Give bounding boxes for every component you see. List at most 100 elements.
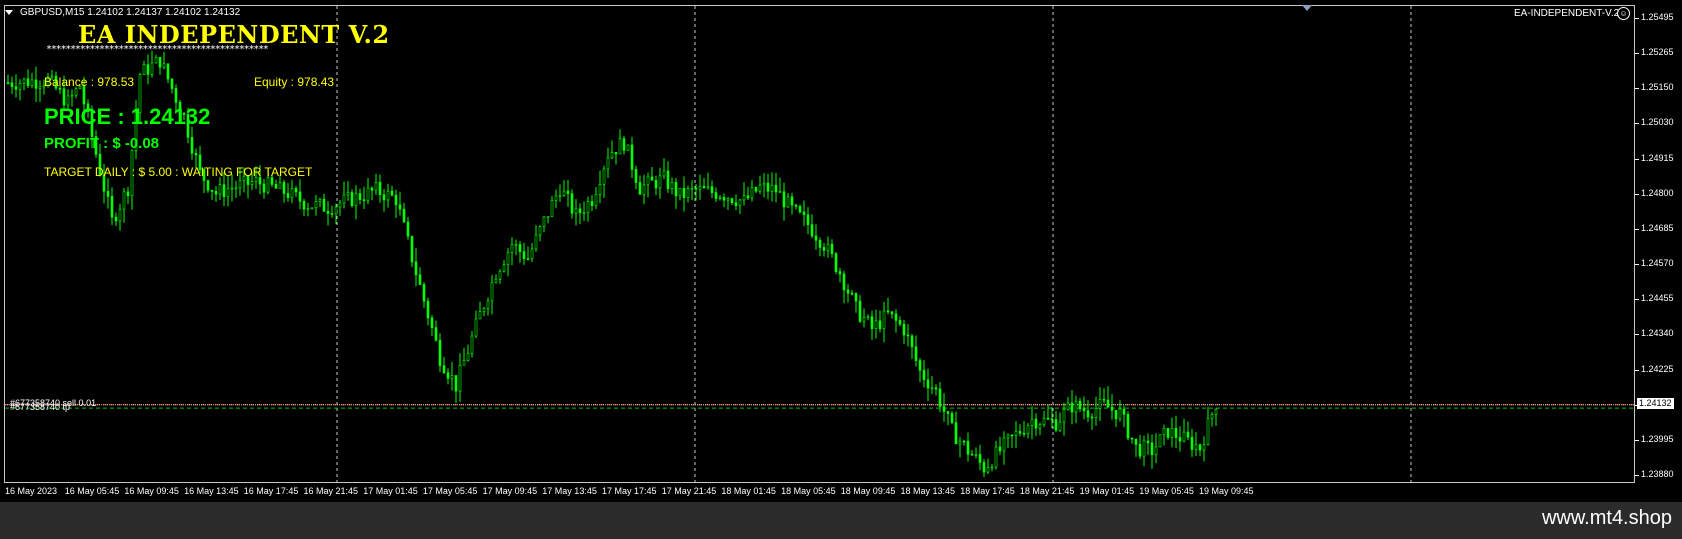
candle	[634, 165, 638, 190]
candle	[302, 198, 306, 216]
time-tick-label: 17 May 13:45	[542, 486, 597, 496]
chart-shift-marker-icon[interactable]	[1302, 5, 1312, 11]
time-axis[interactable]: 16 May 2023 16 May 05:45 16 May 09:45 16 Ma…	[4, 483, 1635, 500]
candle	[298, 179, 302, 210]
candle	[290, 179, 294, 204]
candle	[886, 297, 890, 315]
candle	[954, 411, 958, 445]
price-axis[interactable]: 1.25495 1.25265 1.25150 1.25030 1.24915 1.248…	[1635, 5, 1682, 483]
candle	[118, 203, 122, 231]
candle	[1078, 397, 1082, 412]
candle	[550, 196, 554, 217]
candle	[158, 56, 162, 75]
candle	[1006, 433, 1010, 449]
candle	[1030, 406, 1034, 440]
candle	[474, 310, 478, 339]
candle	[426, 297, 430, 326]
candle	[1122, 405, 1126, 428]
candle	[774, 172, 778, 203]
candle	[106, 178, 110, 209]
candle	[994, 440, 998, 470]
candle	[850, 290, 854, 296]
candle	[786, 193, 790, 208]
candle	[1170, 417, 1174, 448]
candle	[30, 73, 34, 89]
candle	[990, 464, 994, 472]
candle	[210, 189, 214, 200]
candle	[394, 189, 398, 218]
candle	[370, 186, 374, 201]
candle	[214, 186, 218, 202]
candle	[918, 358, 922, 383]
candle	[638, 175, 642, 195]
candle	[826, 236, 830, 258]
candle	[170, 78, 174, 94]
candle	[614, 152, 618, 165]
candle	[854, 292, 858, 313]
candle	[698, 174, 702, 200]
candle	[870, 310, 874, 341]
time-tick-label: 16 May 13:45	[184, 486, 239, 496]
chart-menu-arrow-icon[interactable]	[5, 10, 13, 15]
candle	[570, 189, 574, 219]
candle	[1118, 400, 1122, 422]
candle	[510, 237, 514, 266]
candle	[1194, 432, 1198, 457]
candle	[902, 319, 906, 345]
candle	[742, 182, 746, 206]
candle	[350, 189, 354, 208]
candle	[546, 216, 550, 224]
time-tick-label: 19 May 09:45	[1199, 486, 1254, 496]
candle	[978, 444, 982, 471]
candle	[590, 195, 594, 212]
balance-text: Balance : 978.53	[44, 75, 135, 89]
candle	[1034, 413, 1038, 436]
candle	[898, 316, 902, 327]
candle	[502, 260, 506, 273]
candle	[926, 368, 930, 402]
candle	[470, 330, 474, 358]
candle	[750, 179, 754, 202]
candle	[1022, 420, 1026, 437]
candle	[1114, 409, 1118, 428]
chart-plot-area[interactable]	[4, 5, 1635, 483]
watermark: www.mt4.shop	[1541, 507, 1672, 529]
candle	[442, 356, 446, 375]
candle	[314, 194, 318, 216]
profit-text: PROFIT : $ -0.08	[44, 135, 160, 152]
time-tick-label: 18 May 09:45	[840, 486, 896, 496]
candle	[718, 195, 722, 201]
candle	[630, 136, 634, 179]
candle	[154, 54, 158, 64]
candle	[478, 301, 482, 320]
price-tick-mark	[1635, 264, 1639, 266]
price-tick-mark	[1635, 369, 1639, 371]
price-tick-label: 1.25030	[1641, 117, 1674, 128]
candle	[838, 267, 842, 283]
candle	[858, 295, 862, 323]
candle	[318, 197, 322, 208]
candle	[226, 175, 230, 207]
price-tick-label: 1.24225	[1641, 363, 1674, 374]
ea-smiley-icon[interactable]: ☺	[1617, 7, 1630, 20]
candle	[418, 267, 422, 286]
candle	[566, 179, 570, 207]
candle	[1010, 434, 1014, 448]
candle	[262, 178, 266, 199]
candle	[1102, 388, 1106, 404]
time-tick-label: 17 May 09:45	[482, 486, 538, 496]
candle	[1074, 395, 1078, 424]
candle	[922, 360, 926, 388]
candle	[670, 177, 674, 195]
candle	[1058, 412, 1062, 432]
candle	[466, 344, 470, 362]
candle	[354, 185, 358, 220]
candle	[710, 180, 714, 198]
candle	[1110, 394, 1114, 420]
candle	[382, 189, 386, 212]
candle	[398, 191, 402, 216]
candle	[1038, 422, 1042, 435]
time-tick-label: 17 May 17:45	[602, 486, 657, 496]
candle	[114, 212, 118, 226]
chart-window[interactable]: GBPUSD,M15 1.24102 1.24137 1.24102 1.241…	[0, 0, 1682, 502]
